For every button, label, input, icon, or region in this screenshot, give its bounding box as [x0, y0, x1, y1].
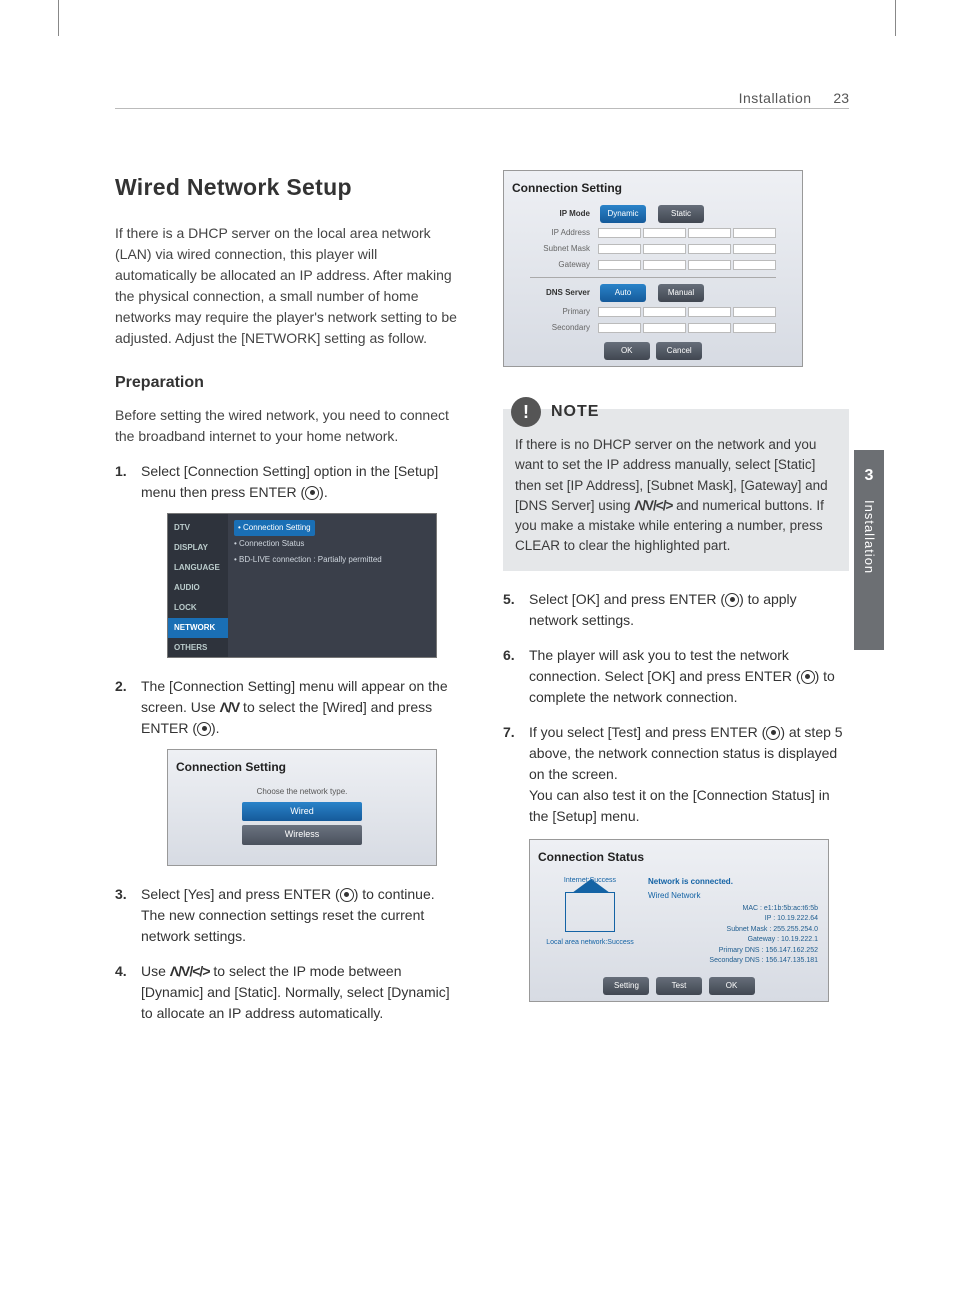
status-kv: MAC : e1:1b:5b:ac:t6:5b — [648, 904, 818, 915]
left-column: Wired Network Setup If there is a DHCP s… — [115, 170, 461, 1038]
step-text: ). — [211, 720, 220, 736]
step-text: If you select [Test] and press ENTER ( — [529, 724, 766, 740]
arrows-all-icon: Λ/V/</> — [634, 498, 672, 513]
enter-icon — [725, 593, 739, 607]
note-box: ! NOTE If there is no DHCP server on the… — [503, 409, 849, 571]
field-label: IP Address — [530, 227, 590, 239]
preparation-text: Before setting the wired network, you ne… — [115, 405, 461, 447]
ip-mode-label: IP Mode — [530, 208, 590, 220]
step-text: Select [Yes] and press ENTER ( — [141, 886, 340, 902]
dns-manual: Manual — [658, 284, 704, 302]
field-label: Primary — [530, 306, 590, 318]
enter-icon — [197, 722, 211, 736]
shot-hint: Choose the network type. — [174, 786, 430, 798]
field-label: Secondary — [530, 322, 590, 334]
page-crop-left — [58, 0, 59, 36]
status-header: Network is connected. — [648, 876, 818, 888]
page-header: Installation 23 — [739, 88, 849, 109]
step-number: 1. — [115, 461, 127, 482]
step-number: 7. — [503, 722, 515, 743]
step-number: 6. — [503, 645, 515, 666]
header-rule — [115, 108, 849, 109]
menu-line-active: • Connection Setting — [234, 520, 315, 536]
screenshot-ip-mode: Connection Setting IP Mode Dynamic Stati… — [503, 170, 803, 367]
menu-line: • BD-LIVE connection : Partially permitt… — [234, 552, 430, 568]
ip-mode-static: Static — [658, 205, 704, 223]
step-text: Select [OK] and press ENTER ( — [529, 591, 725, 607]
step-5: 5. Select [OK] and press ENTER () to app… — [503, 589, 849, 631]
option-wired: Wired — [242, 802, 362, 822]
option-wireless: Wireless — [242, 825, 362, 845]
screenshot-connection-status: Connection Status Internet:Success Local… — [529, 839, 829, 1002]
shot-title: Connection Setting — [510, 177, 796, 203]
dns-auto: Auto — [600, 284, 646, 302]
sidebar-item: DISPLAY — [168, 538, 228, 558]
sidebar-item: LANGUAGE — [168, 558, 228, 578]
step-1: 1. Select [Connection Setting] option in… — [115, 461, 461, 658]
step-3: 3. Select [Yes] and press ENTER () to co… — [115, 884, 461, 947]
test-button: Test — [656, 977, 702, 995]
step-text: Select [Connection Setting] option in th… — [141, 463, 438, 500]
preparation-title: Preparation — [115, 371, 461, 395]
step-number: 3. — [115, 884, 127, 905]
status-kv: Primary DNS : 156.147.162.252 — [648, 946, 818, 957]
ip-mode-dynamic: Dynamic — [600, 205, 646, 223]
status-lan: Local area network:Success — [540, 938, 640, 949]
status-sub: Wired Network — [648, 890, 818, 902]
sidebar-item: AUDIO — [168, 578, 228, 598]
step-number: 4. — [115, 961, 127, 982]
intro-paragraph: If there is a DHCP server on the local a… — [115, 223, 461, 349]
step-number: 2. — [115, 676, 127, 697]
setup-sidebar: DTV DISPLAY LANGUAGE AUDIO LOCK NETWORK … — [168, 514, 228, 657]
screenshot-setup-menu: DTV DISPLAY LANGUAGE AUDIO LOCK NETWORK … — [167, 513, 437, 658]
shot-title: Connection Status — [536, 846, 822, 872]
side-tab-number: 3 — [865, 464, 874, 488]
status-kv: Secondary DNS : 156.147.135.181 — [648, 956, 818, 967]
note-title: NOTE — [551, 400, 599, 424]
side-tab: 3 Installation — [854, 450, 884, 650]
status-kv: Subnet Mask : 255.255.254.0 — [648, 925, 818, 936]
setting-button: Setting — [603, 977, 649, 995]
step-text: ). — [319, 484, 328, 500]
ok-button: OK — [709, 977, 755, 995]
side-tab-label: Installation — [859, 500, 879, 574]
shot-title: Connection Setting — [174, 756, 430, 786]
sidebar-item: DTV — [168, 518, 228, 538]
house-icon — [565, 892, 615, 932]
step-7: 7. If you select [Test] and press ENTER … — [503, 722, 849, 1002]
sidebar-item: LOCK — [168, 598, 228, 618]
ok-button: OK — [604, 342, 650, 360]
status-kv: Gateway : 10.19.222.1 — [648, 935, 818, 946]
arrows-up-down-icon: Λ/V — [220, 699, 240, 715]
step-text: You can also test it on the [Connection … — [529, 787, 830, 824]
screenshot-connection-type: Connection Setting Choose the network ty… — [167, 749, 437, 866]
enter-icon — [305, 486, 319, 500]
menu-line: • Connection Status — [234, 536, 430, 552]
step-2: 2. The [Connection Setting] menu will ap… — [115, 676, 461, 866]
enter-icon — [766, 726, 780, 740]
header-page-number: 23 — [833, 90, 849, 106]
sidebar-item: OTHERS — [168, 638, 228, 658]
cancel-button: Cancel — [656, 342, 702, 360]
step-4: 4. Use Λ/V/</> to select the IP mode bet… — [115, 961, 461, 1024]
step-text: Use — [141, 963, 170, 979]
step-number: 5. — [503, 589, 515, 610]
arrows-all-icon: Λ/V/</> — [170, 963, 210, 979]
header-section: Installation — [739, 90, 812, 106]
dns-label: DNS Server — [530, 287, 590, 299]
enter-icon — [340, 888, 354, 902]
right-column: Connection Setting IP Mode Dynamic Stati… — [503, 170, 849, 1038]
status-kv: IP : 10.19.222.64 — [648, 914, 818, 925]
field-label: Gateway — [530, 259, 590, 271]
page-crop-right — [895, 0, 896, 36]
sidebar-item-active: NETWORK — [168, 618, 228, 638]
setup-main: • Connection Setting • Connection Status… — [228, 514, 436, 657]
step-text: The player will ask you to test the netw… — [529, 647, 801, 684]
section-title: Wired Network Setup — [115, 170, 461, 205]
field-label: Subnet Mask — [530, 243, 590, 255]
step-6: 6. The player will ask you to test the n… — [503, 645, 849, 708]
enter-icon — [801, 670, 815, 684]
note-bang-icon: ! — [511, 397, 541, 427]
